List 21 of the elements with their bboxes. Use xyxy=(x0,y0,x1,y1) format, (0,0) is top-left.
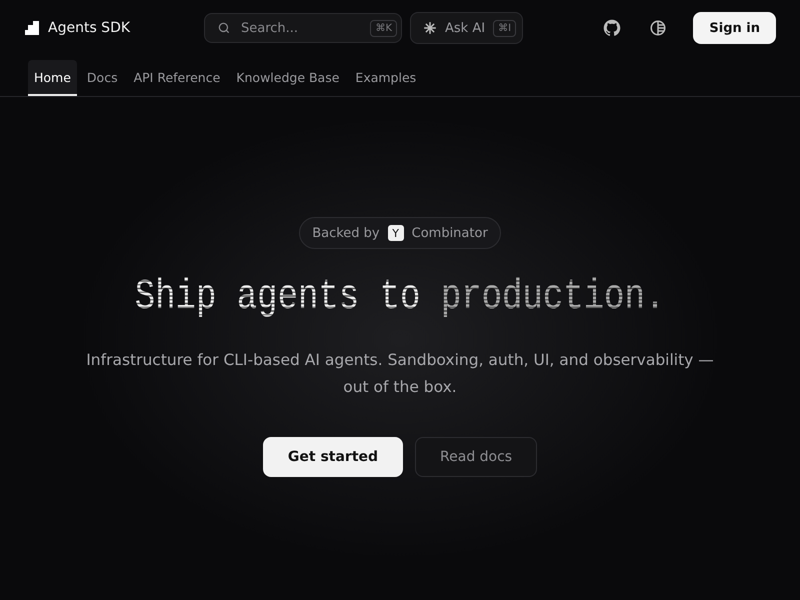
read-docs-button[interactable]: Read docs xyxy=(415,437,538,477)
y-logo: Y xyxy=(388,225,404,241)
sparkle-icon xyxy=(423,21,437,35)
nav-tab[interactable]: Docs xyxy=(80,60,124,96)
nav-tab[interactable]: Home xyxy=(28,60,77,96)
nav-tab[interactable]: API Reference xyxy=(128,60,226,96)
badge-text: Backed by xyxy=(312,226,380,240)
shortcut-key: ⌘K xyxy=(370,20,397,36)
ask-ai-button[interactable]: Ask AI ⌘I xyxy=(410,12,524,44)
nav-tab[interactable]: Examples xyxy=(349,60,422,96)
shortcut-key: ⌘I xyxy=(493,20,516,36)
badge-text: Combinator xyxy=(412,226,488,240)
logo-icon xyxy=(24,20,40,36)
search-field[interactable]: Search... ⌘K xyxy=(204,13,402,43)
brand-name: Agents SDK xyxy=(48,20,130,36)
search-icon xyxy=(217,21,231,35)
search-input[interactable]: Search... xyxy=(239,20,362,36)
sign-in-button[interactable]: Sign in xyxy=(693,12,776,44)
subtitle: Infrastructure for CLI-based AI agents. Sandboxing, auth, UI, and observability — out of the box. xyxy=(85,350,715,398)
get-started-button[interactable]: Get started xyxy=(262,437,404,477)
nav-tab[interactable]: Knowledge Base xyxy=(230,60,346,96)
